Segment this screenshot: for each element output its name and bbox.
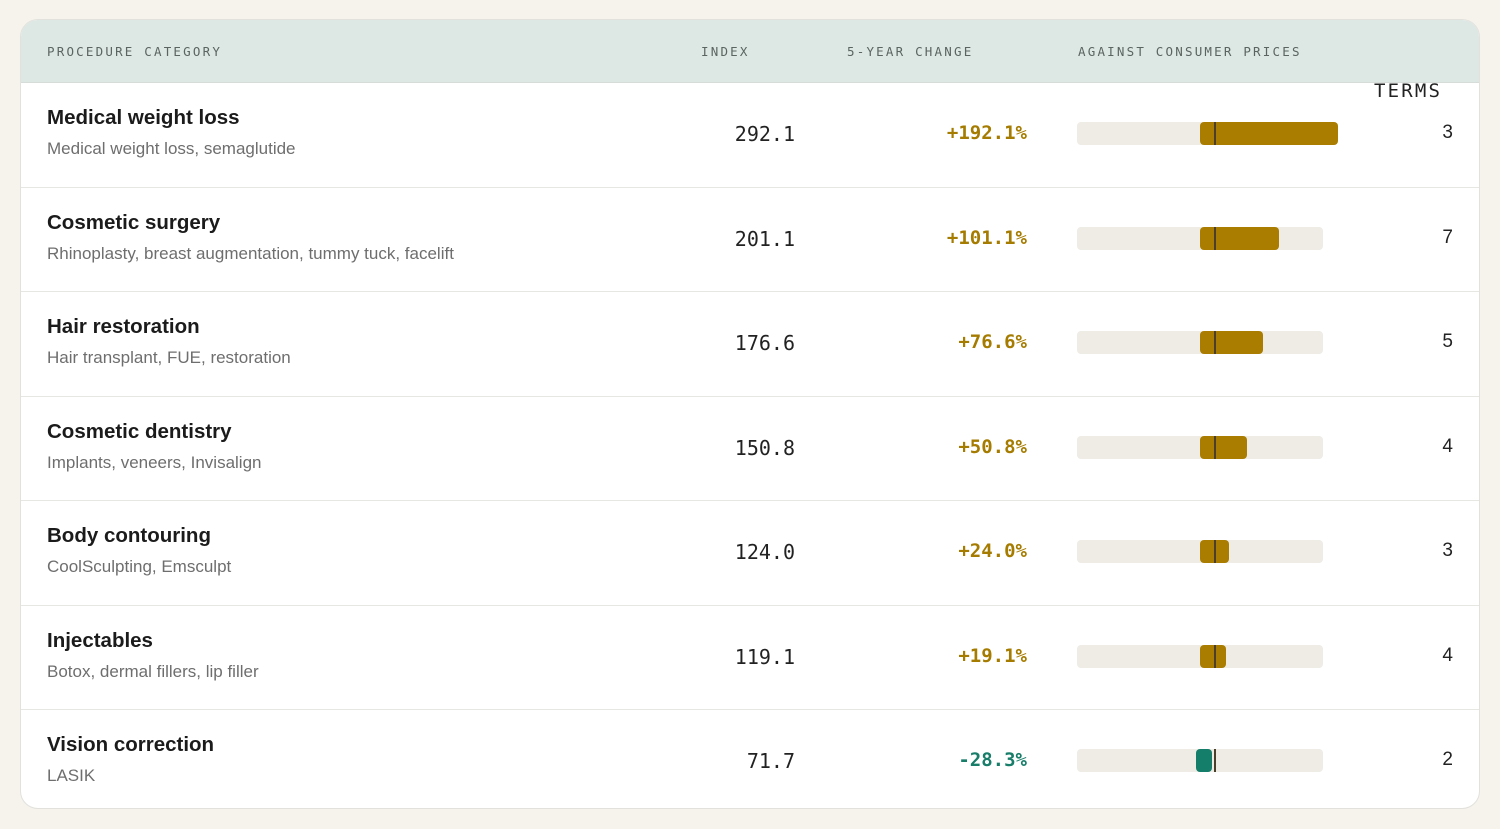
baseline-marker — [1214, 540, 1216, 563]
baseline-marker — [1214, 749, 1216, 772]
five-year-change: +101.1% — [946, 226, 1027, 249]
category-name: Vision correction — [47, 733, 215, 756]
index-bar-fill — [1195, 749, 1212, 772]
baseline-marker — [1214, 435, 1216, 459]
terms-count: 7 — [1442, 226, 1453, 248]
index-value: 119.1 — [734, 644, 795, 669]
consumer-price-bar — [1077, 749, 1323, 772]
category-terms-list: Implants, veneers, Invisalign — [47, 452, 262, 472]
table-row[interactable]: Cosmetic surgery Rhinoplasty, breast aug… — [21, 188, 1479, 292]
consumer-price-bar — [1077, 226, 1323, 250]
table-row[interactable]: Medical weight loss Medical weight loss,… — [21, 83, 1479, 188]
table-row[interactable]: Cosmetic dentistry Implants, veneers, In… — [21, 397, 1479, 501]
category-name: Cosmetic surgery — [47, 210, 221, 234]
procedure-table: PROCEDURE CATEGORY INDEX 5-YEAR CHANGE A… — [20, 19, 1480, 809]
category-name: Injectables — [47, 628, 153, 652]
terms-count: 3 — [1442, 540, 1453, 561]
category-terms-list: Hair transplant, FUE, restoration — [47, 348, 291, 367]
index-value: 71.7 — [746, 749, 795, 773]
terms-count: 2 — [1442, 749, 1453, 770]
terms-count: 3 — [1442, 122, 1453, 143]
table-row[interactable]: Vision correction LASIK 71.7 -28.3% 2 — [21, 710, 1479, 808]
consumer-price-bar — [1077, 540, 1323, 563]
consumer-price-bar — [1077, 435, 1323, 459]
terms-count: 5 — [1442, 331, 1453, 352]
category-terms-list: Rhinoplasty, breast augmentation, tummy … — [47, 243, 454, 263]
header-consumer-prices[interactable]: AGAINST CONSUMER PRICES — [1078, 20, 1302, 83]
header-change[interactable]: 5-YEAR CHANGE — [847, 20, 973, 83]
five-year-change: +76.6% — [958, 331, 1027, 353]
consumer-price-bar — [1077, 331, 1323, 354]
table-row[interactable]: Hair restoration Hair transplant, FUE, r… — [21, 292, 1479, 397]
baseline-marker — [1214, 331, 1216, 354]
index-value: 150.8 — [734, 435, 795, 460]
category-name: Medical weight loss — [47, 106, 240, 129]
index-value: 124.0 — [734, 540, 795, 564]
index-value: 201.1 — [734, 226, 795, 251]
table-row[interactable]: Body contouring CoolSculpting, Emsculpt … — [21, 501, 1479, 606]
category-name: Body contouring — [47, 524, 211, 547]
index-bar-fill — [1200, 435, 1247, 459]
consumer-price-bar — [1077, 122, 1338, 145]
index-value: 176.6 — [734, 331, 795, 355]
category-terms-list: CoolSculpting, Emsculpt — [47, 557, 232, 576]
category-name: Hair restoration — [47, 315, 200, 338]
index-bar-fill — [1200, 122, 1338, 145]
five-year-change: -28.3% — [958, 749, 1027, 771]
header-index[interactable]: INDEX — [701, 20, 750, 83]
five-year-change: +192.1% — [946, 122, 1027, 144]
terms-count: 4 — [1442, 435, 1453, 457]
consumer-price-bar — [1077, 644, 1323, 668]
baseline-marker — [1214, 644, 1216, 668]
header-category[interactable]: PROCEDURE CATEGORY — [47, 20, 222, 83]
index-value: 292.1 — [734, 122, 795, 146]
index-bar-fill — [1200, 331, 1264, 354]
table-header: PROCEDURE CATEGORY INDEX 5-YEAR CHANGE A… — [21, 20, 1479, 102]
baseline-marker — [1214, 226, 1216, 250]
index-bar-fill — [1200, 226, 1279, 250]
category-name: Cosmetic dentistry — [47, 419, 232, 443]
baseline-marker — [1214, 122, 1216, 145]
terms-count: 4 — [1442, 644, 1453, 666]
five-year-change: +50.8% — [958, 435, 1027, 458]
five-year-change: +19.1% — [958, 644, 1027, 667]
five-year-change: +24.0% — [958, 540, 1027, 562]
table-body: Medical weight loss Medical weight loss,… — [21, 83, 1479, 808]
table-row[interactable]: Injectables Botox, dermal fillers, lip f… — [21, 606, 1479, 710]
category-terms-list: LASIK — [47, 766, 96, 785]
category-terms-list: Botox, dermal fillers, lip filler — [47, 661, 259, 681]
category-terms-list: Medical weight loss, semaglutide — [47, 139, 296, 158]
